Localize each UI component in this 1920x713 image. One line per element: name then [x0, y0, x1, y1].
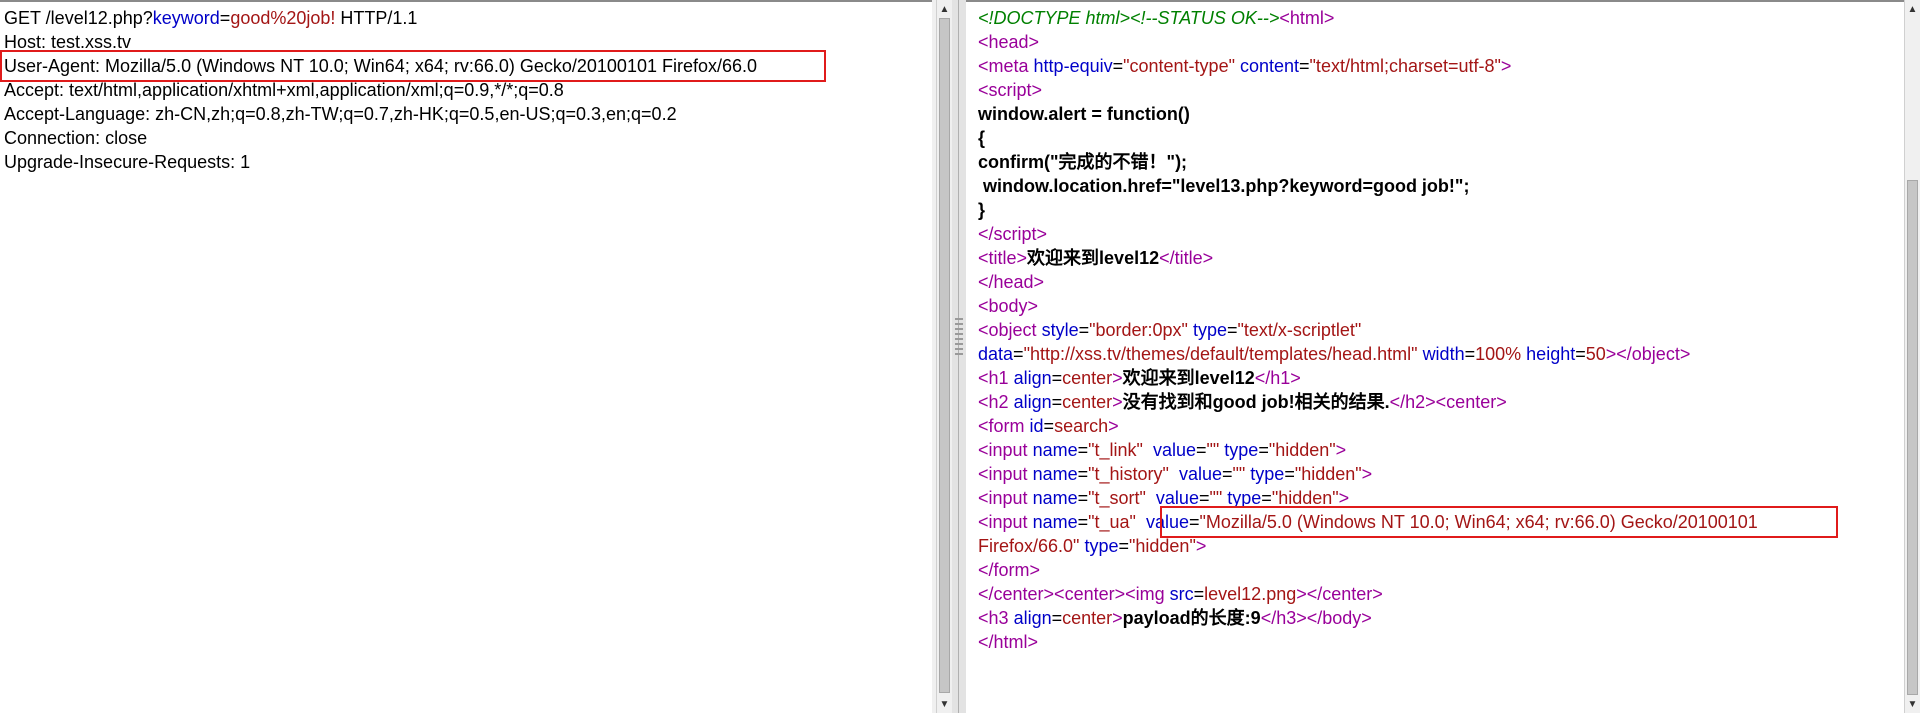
response-scrollbar[interactable]: ▲ ▼ — [1904, 0, 1920, 713]
code-line: <h1 align=center>欢迎来到level12</h1> — [978, 368, 1301, 388]
code-line: <input name="t_history" value="" type="h… — [978, 464, 1373, 484]
connection-header: Connection: close — [4, 128, 148, 148]
scrollbar-thumb[interactable] — [1907, 180, 1918, 695]
code-line: <form id=search> — [978, 416, 1119, 436]
scroll-down-arrow-icon[interactable]: ▼ — [1905, 697, 1920, 713]
accept-language-header: Accept-Language: zh-CN,zh;q=0.8,zh-TW;q=… — [4, 104, 677, 124]
code-line: confirm("完成的不错！"); — [978, 152, 1188, 172]
scroll-up-arrow-icon[interactable]: ▲ — [937, 2, 952, 18]
code-line: </html> — [978, 632, 1039, 652]
request-line: GET /level12.php?keyword=good%20job! HTT… — [4, 8, 418, 28]
code-line: <body> — [978, 296, 1039, 316]
code-line: <input name="t_link" value="" type="hidd… — [978, 440, 1347, 460]
user-agent-highlight-box — [0, 50, 826, 82]
request-scrollbar[interactable]: ▲ ▼ — [936, 0, 952, 713]
scroll-down-arrow-icon[interactable]: ▼ — [937, 697, 952, 713]
upgrade-header: Upgrade-Insecure-Requests: 1 — [4, 152, 251, 172]
code-line: </form> — [978, 560, 1041, 580]
request-pane[interactable]: GET /level12.php?keyword=good%20job! HTT… — [0, 0, 932, 713]
code-line: window.alert = function() — [978, 104, 1190, 124]
code-line: <!DOCTYPE html><!--STATUS OK--><html> — [978, 8, 1335, 28]
code-line: <h2 align=center>没有找到和good job!相关的结果.</h… — [978, 392, 1507, 412]
code-line: <h3 align=center>payload的长度:9</h3></body… — [978, 608, 1372, 628]
code-line: data="http://xss.tv/themes/default/templ… — [978, 344, 1691, 364]
splitter-grip-icon[interactable] — [955, 318, 963, 358]
code-line: { — [978, 128, 986, 148]
code-line: <head> — [978, 32, 1040, 52]
response-pane[interactable]: <!DOCTYPE html><!--STATUS OK--><html> <h… — [966, 0, 1904, 713]
code-line: <meta http-equiv="content-type" content=… — [978, 56, 1512, 76]
code-line: </head> — [978, 272, 1045, 292]
code-line: <title>欢迎来到level12</title> — [978, 248, 1214, 268]
code-line: } — [978, 200, 986, 220]
code-line: </script> — [978, 224, 1048, 244]
code-line: <script> — [978, 80, 1043, 100]
ua-value-highlight-box — [1160, 506, 1838, 538]
scroll-up-arrow-icon[interactable]: ▲ — [1905, 2, 1920, 18]
code-line: </center><center><img src=level12.png></… — [978, 584, 1383, 604]
code-line: window.location.href="level13.php?keywor… — [978, 176, 1470, 196]
code-line: <object style="border:0px" type="text/x-… — [978, 320, 1362, 340]
scrollbar-thumb[interactable] — [939, 18, 950, 693]
